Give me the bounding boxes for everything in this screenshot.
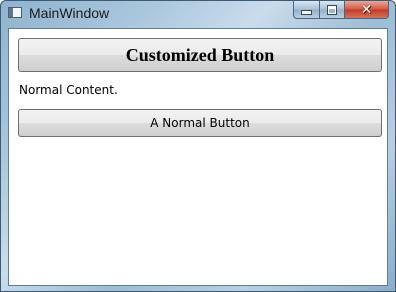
close-button[interactable]: ✕ [345, 1, 389, 19]
window-app-icon[interactable] [8, 7, 22, 18]
normal-button[interactable]: A Normal Button [18, 109, 382, 137]
client-area: Customized Button Normal Content. A Norm… [8, 28, 388, 286]
maximize-button[interactable] [319, 1, 345, 19]
title-bar[interactable]: MainWindow ✕ [1, 1, 395, 25]
close-icon: ✕ [360, 1, 373, 18]
maximize-icon [327, 4, 337, 15]
customized-button[interactable]: Customized Button [18, 38, 382, 72]
main-window: MainWindow ✕ Customized Button Normal Co… [0, 0, 396, 292]
normal-content-text: Normal Content. [19, 83, 118, 97]
minimize-button[interactable] [293, 1, 319, 19]
window-title: MainWindow [29, 5, 110, 21]
caption-buttons: ✕ [293, 1, 389, 19]
minimize-icon [301, 10, 312, 15]
